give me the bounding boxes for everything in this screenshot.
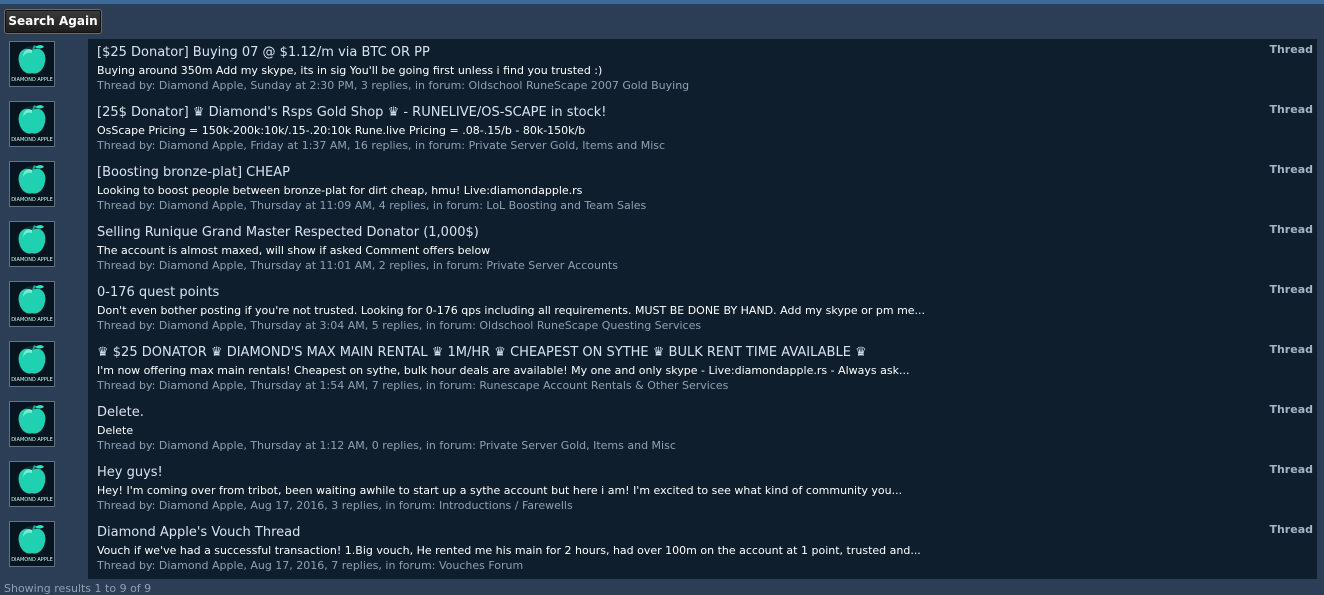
thread-snippet: Delete <box>97 424 134 437</box>
result-content: [Boosting bronze-plat] CHEAP Looking to b… <box>88 159 1317 219</box>
avatar-caption: DIAMOND APPLE <box>11 77 53 83</box>
avatar-caption: DIAMOND APPLE <box>11 497 53 503</box>
thread-meta: Thread by: Diamond Apple, Thursday at 11… <box>97 259 618 272</box>
avatar-column: DIAMOND APPLE <box>4 459 88 519</box>
thread-title-link[interactable]: [25$ Donator] ♛ Diamond's Rsps Gold Shop… <box>97 105 607 120</box>
result-content: Diamond Apple's Vouch Thread Vouch if we'… <box>88 519 1317 579</box>
result-content: Delete. Delete Thread by: Diamond Apple, T… <box>88 399 1317 459</box>
result-row: DIAMOND APPLE ♛ $25 DONATOR ♛ DIAMOND'S M… <box>4 339 1317 399</box>
thread-title-link[interactable]: 0-176 quest points <box>97 285 219 300</box>
thread-meta: Thread by: Diamond Apple, Thursday at 1:… <box>97 379 729 392</box>
result-row: DIAMOND APPLE Hey guys! Hey! I'm coming ov… <box>4 459 1317 519</box>
avatar[interactable]: DIAMOND APPLE <box>9 101 55 147</box>
thread-snippet: OsScape Pricing = 150k-200k:10k/.15-.20:… <box>97 124 586 137</box>
avatar-caption: DIAMOND APPLE <box>11 137 53 143</box>
thread-snippet: Vouch if we've had a successful transact… <box>97 544 921 557</box>
avatar-column: DIAMOND APPLE <box>4 519 88 579</box>
result-type-label: Thread <box>1269 103 1313 116</box>
thread-meta: Thread by: Diamond Apple, Thursday at 11… <box>97 199 647 212</box>
result-row: DIAMOND APPLE [25$ Donator] ♛ Diamond's R… <box>4 99 1317 159</box>
avatar-caption: DIAMOND APPLE <box>11 437 53 443</box>
thread-snippet: The account is almost maxed, will show i… <box>97 244 491 257</box>
avatar-column: DIAMOND APPLE <box>4 399 88 459</box>
thread-snippet: Looking to boost people between bronze-p… <box>97 184 583 197</box>
search-results-list: DIAMOND APPLE [$25 Donator] Buying 07 @ $… <box>4 39 1317 579</box>
avatar-caption: DIAMOND APPLE <box>11 557 53 563</box>
result-row: DIAMOND APPLE Delete. Delete Thread by: Dia… <box>4 399 1317 459</box>
result-row: DIAMOND APPLE Diamond Apple's Vouch Threa… <box>4 519 1317 579</box>
result-content: [25$ Donator] ♛ Diamond's Rsps Gold Shop… <box>88 99 1317 159</box>
thread-title-link[interactable]: Hey guys! <box>97 465 163 480</box>
result-content: [$25 Donator] Buying 07 @ $1.12/m via BT… <box>88 39 1317 99</box>
result-type-label: Thread <box>1269 283 1313 296</box>
thread-snippet: Don't even bother posting if you're not … <box>97 304 926 317</box>
thread-title-link[interactable]: [$25 Donator] Buying 07 @ $1.12/m via BT… <box>97 45 430 60</box>
avatar[interactable]: DIAMOND APPLE <box>9 281 55 327</box>
avatar-column: DIAMOND APPLE <box>4 39 88 99</box>
avatar-caption: DIAMOND APPLE <box>11 377 53 383</box>
avatar[interactable]: DIAMOND APPLE <box>9 221 55 267</box>
avatar[interactable]: DIAMOND APPLE <box>9 41 55 87</box>
result-row: DIAMOND APPLE [Boosting bronze-plat] CHEA… <box>4 159 1317 219</box>
avatar-column: DIAMOND APPLE <box>4 339 88 399</box>
avatar[interactable]: DIAMOND APPLE <box>9 341 55 387</box>
result-type-label: Thread <box>1269 223 1313 236</box>
thread-title-link[interactable]: Selling Runique Grand Master Respected D… <box>97 225 479 240</box>
result-content: Hey guys! Hey! I'm coming over from tribo… <box>88 459 1317 519</box>
avatar[interactable]: DIAMOND APPLE <box>9 461 55 507</box>
result-content: ♛ $25 DONATOR ♛ DIAMOND'S MAX MAIN RENTA… <box>88 339 1317 399</box>
result-type-label: Thread <box>1269 403 1313 416</box>
thread-meta: Thread by: Diamond Apple, Sunday at 2:30… <box>97 79 690 92</box>
search-again-button[interactable]: Search Again <box>4 9 102 34</box>
thread-snippet: Buying around 350m Add my skype, its in … <box>97 64 603 77</box>
thread-meta: Thread by: Diamond Apple, Thursday at 1:… <box>97 439 676 452</box>
top-accent-bar <box>0 0 1324 4</box>
thread-title-link[interactable]: ♛ $25 DONATOR ♛ DIAMOND'S MAX MAIN RENTA… <box>97 345 867 360</box>
thread-meta: Thread by: Diamond Apple, Aug 17, 2016, … <box>97 559 524 572</box>
thread-snippet: I'm now offering max main rentals! Cheap… <box>97 364 910 377</box>
avatar-column: DIAMOND APPLE <box>4 279 88 339</box>
result-row: DIAMOND APPLE Selling Runique Grand Maste… <box>4 219 1317 279</box>
result-type-label: Thread <box>1269 523 1313 536</box>
result-content: Selling Runique Grand Master Respected D… <box>88 219 1317 279</box>
thread-snippet: Hey! I'm coming over from tribot, been w… <box>97 484 903 497</box>
result-row: DIAMOND APPLE 0-176 quest points Don't eve… <box>4 279 1317 339</box>
thread-meta: Thread by: Diamond Apple, Friday at 1:37… <box>97 139 666 152</box>
thread-title-link[interactable]: Diamond Apple's Vouch Thread <box>97 525 300 540</box>
result-type-label: Thread <box>1269 343 1313 356</box>
result-type-label: Thread <box>1269 163 1313 176</box>
avatar-caption: DIAMOND APPLE <box>11 197 53 203</box>
result-type-label: Thread <box>1269 463 1313 476</box>
thread-meta: Thread by: Diamond Apple, Aug 17, 2016, … <box>97 499 573 512</box>
result-content: 0-176 quest points Don't even bother post… <box>88 279 1317 339</box>
result-type-label: Thread <box>1269 43 1313 56</box>
avatar-column: DIAMOND APPLE <box>4 99 88 159</box>
avatar[interactable]: DIAMOND APPLE <box>9 521 55 567</box>
avatar-caption: DIAMOND APPLE <box>11 317 53 323</box>
avatar-caption: DIAMOND APPLE <box>11 257 53 263</box>
thread-title-link[interactable]: [Boosting bronze-plat] CHEAP <box>97 165 290 180</box>
thread-title-link[interactable]: Delete. <box>97 405 144 420</box>
thread-meta: Thread by: Diamond Apple, Thursday at 3:… <box>97 319 702 332</box>
avatar[interactable]: DIAMOND APPLE <box>9 401 55 447</box>
avatar-column: DIAMOND APPLE <box>4 159 88 219</box>
avatar-column: DIAMOND APPLE <box>4 219 88 279</box>
result-row: DIAMOND APPLE [$25 Donator] Buying 07 @ $… <box>4 39 1317 99</box>
avatar[interactable]: DIAMOND APPLE <box>9 161 55 207</box>
